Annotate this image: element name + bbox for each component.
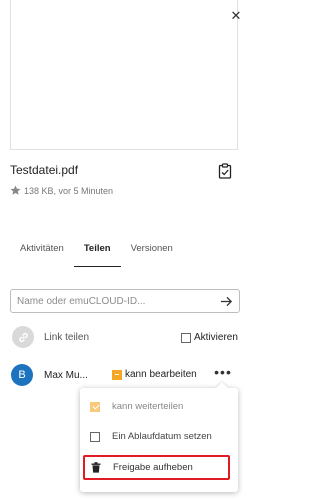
link-icon <box>12 326 34 348</box>
reshare-checkbox[interactable] <box>90 401 100 412</box>
file-name: Testdatei.pdf <box>10 163 79 177</box>
expiration-label: Ein Ablaufdatum setzen <box>112 431 212 442</box>
unshare-button[interactable]: Freigabe aufheben <box>83 455 230 480</box>
reshare-label: kann weiterteilen <box>112 401 184 412</box>
share-link-label: Link teilen <box>44 332 90 343</box>
activate-link-toggle[interactable]: Aktivieren <box>181 332 238 343</box>
menu-item-expiration[interactable]: Ein Ablaufdatum setzen <box>90 431 212 442</box>
tab-activities[interactable]: Aktivitäten <box>20 240 64 267</box>
share-search-input[interactable] <box>17 290 213 312</box>
star-icon[interactable] <box>10 185 21 196</box>
unshare-label: Freigabe aufheben <box>113 462 193 473</box>
trash-icon <box>91 462 101 473</box>
more-options-icon[interactable]: ••• <box>213 365 233 379</box>
expiration-checkbox[interactable] <box>90 431 100 442</box>
share-user-name: Max Mu... <box>44 370 88 381</box>
menu-item-reshare[interactable]: kann weiterteilen <box>90 401 183 412</box>
file-meta: 138 KB, vor 5 Minuten <box>10 185 113 196</box>
clipboard-icon[interactable] <box>218 163 232 179</box>
activate-label: Aktivieren <box>194 332 238 343</box>
sidebar-tabs: Aktivitäten Teilen Versionen <box>20 240 173 267</box>
activate-checkbox[interactable] <box>181 332 191 343</box>
file-preview <box>10 0 238 150</box>
arrow-right-icon[interactable] <box>220 295 233 308</box>
edit-permission-checkbox[interactable] <box>112 369 122 380</box>
tab-sharing[interactable]: Teilen <box>73 240 121 267</box>
tab-versions[interactable]: Versionen <box>131 240 173 267</box>
share-search-box <box>10 289 240 313</box>
close-icon[interactable]: ✕ <box>230 9 242 22</box>
share-options-menu: kann weiterteilen Ein Ablaufdatum setzen… <box>80 388 238 492</box>
edit-permission-label: kann bearbeiten <box>125 369 197 380</box>
edit-permission-toggle[interactable]: kann bearbeiten <box>112 369 197 380</box>
file-meta-text: 138 KB, vor 5 Minuten <box>24 185 114 196</box>
avatar: B <box>11 364 33 386</box>
